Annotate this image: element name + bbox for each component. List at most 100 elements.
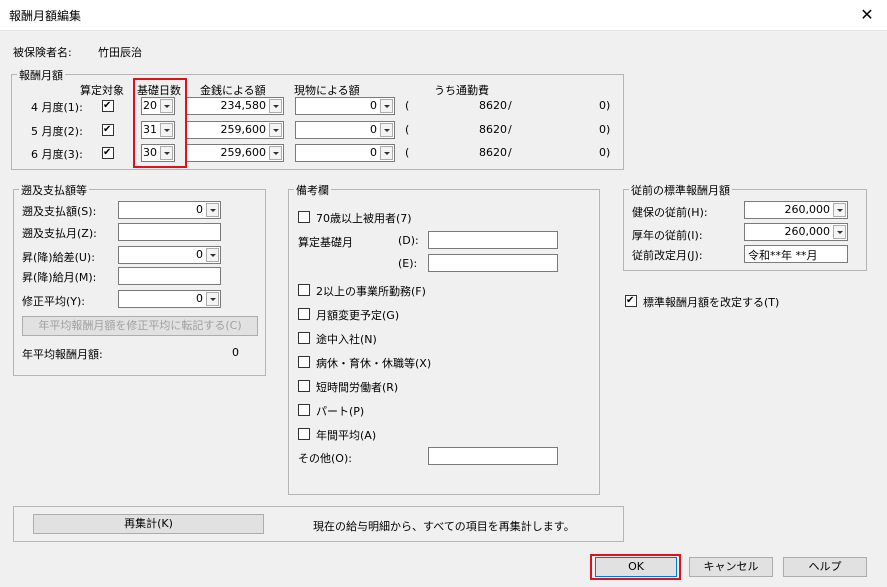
retro-amount-field[interactable]: 0 — [118, 201, 221, 219]
kind-amount-field[interactable]: 0 — [295, 121, 395, 139]
pension-previous-value: 260,000 — [784, 225, 831, 238]
previous-standard-group-title: 従前の標準報酬月額 — [629, 182, 732, 198]
previous-revised-month-field[interactable]: 令和**年 **月 — [744, 245, 848, 263]
chevron-down-icon[interactable] — [206, 203, 219, 217]
part-time-label: パート(P) — [316, 405, 365, 418]
commute-value: 8620 — [479, 99, 507, 112]
kind-value: 0 — [370, 123, 377, 136]
header-commute: うち通勤費 — [434, 84, 489, 97]
raise-diff-field[interactable]: 0 — [118, 246, 221, 264]
paren-open: ( — [405, 99, 410, 112]
annual-average-value: 0 — [232, 346, 239, 359]
multi-office-label: 2以上の事業所勤務(F) — [316, 285, 426, 298]
cash-amount-field[interactable]: 234,580 — [186, 97, 284, 115]
revised-avg-value: 0 — [196, 292, 203, 305]
cancel-button[interactable]: キャンセル — [689, 557, 773, 577]
other-field[interactable] — [428, 447, 558, 465]
calc-e-label: (E): — [398, 257, 418, 270]
raise-month-field[interactable] — [118, 267, 221, 285]
cash-amount-field[interactable]: 259,600 — [186, 144, 284, 162]
commute-total: 0) — [599, 146, 611, 159]
monthly-group-title: 報酬月額 — [17, 67, 65, 83]
cash-amount-field[interactable]: 259,600 — [186, 121, 284, 139]
short-time-label: 短時間労働者(R) — [316, 381, 399, 394]
kind-amount-field[interactable]: 0 — [295, 144, 395, 162]
chevron-down-icon[interactable] — [380, 99, 393, 113]
kind-amount-field[interactable]: 0 — [295, 97, 395, 115]
header-target: 算定対象 — [80, 84, 124, 97]
recalc-description: 現在の給与明細から、すべての項目を再集計します。 — [313, 520, 575, 533]
recalc-button[interactable]: 再集計(K) — [33, 514, 264, 534]
calc-d-field[interactable] — [428, 231, 558, 249]
cash-value: 259,600 — [220, 146, 267, 159]
retro-amount-value: 0 — [196, 203, 203, 216]
retro-month-label: 遡及支払月(Z): — [22, 227, 97, 240]
retro-amount-label: 遡及支払額(S): — [22, 205, 97, 218]
days-highlight-box — [133, 78, 187, 168]
commute-total: 0) — [599, 99, 611, 112]
revise-standard-label: 標準報酬月額を改定する(T) — [643, 296, 780, 309]
calc-base-month-label: 算定基礎月 — [298, 236, 353, 249]
raise-diff-label: 昇(降)給差(U): — [22, 251, 95, 264]
paren-open: ( — [405, 146, 410, 159]
revised-avg-field[interactable]: 0 — [118, 290, 221, 308]
commute-value: 8620 — [479, 146, 507, 159]
paren-open: ( — [405, 123, 410, 136]
retro-group-title: 遡及支払額等 — [19, 182, 89, 198]
annual-average-check-label: 年間平均(A) — [316, 429, 377, 442]
remarks-group-title: 備考欄 — [294, 182, 331, 198]
leave-checkbox[interactable] — [298, 356, 310, 368]
commute-total: 0) — [599, 123, 611, 136]
short-time-checkbox[interactable] — [298, 380, 310, 392]
target-checkbox[interactable] — [102, 147, 114, 159]
previous-revised-month-value: 令和**年 **月 — [748, 249, 818, 262]
kind-value: 0 — [370, 146, 377, 159]
raise-diff-value: 0 — [196, 248, 203, 261]
chevron-down-icon[interactable] — [833, 225, 846, 239]
calc-e-field[interactable] — [428, 254, 558, 272]
chevron-down-icon[interactable] — [206, 292, 219, 306]
revised-avg-label: 修正平均(Y): — [22, 295, 86, 308]
target-checkbox[interactable] — [102, 100, 114, 112]
cash-value: 234,580 — [220, 99, 267, 112]
slash: / — [508, 146, 512, 159]
cash-value: 259,600 — [220, 123, 267, 136]
chevron-down-icon[interactable] — [380, 146, 393, 160]
annual-average-checkbox[interactable] — [298, 428, 310, 440]
month-label: 4 月度(1): — [31, 101, 83, 114]
calc-d-label: (D): — [398, 234, 419, 247]
revise-standard-checkbox[interactable] — [625, 295, 637, 307]
slash: / — [508, 123, 512, 136]
leave-label: 病休・育休・休職等(X) — [316, 357, 432, 370]
window-title: 報酬月額編集 — [9, 9, 82, 23]
chevron-down-icon[interactable] — [269, 123, 282, 137]
chevron-down-icon[interactable] — [269, 146, 282, 160]
monthly-change-checkbox[interactable] — [298, 308, 310, 320]
transfer-average-button[interactable]: 年平均報酬月額を修正平均に転記する(C) — [22, 316, 258, 336]
insured-label: 被保険者名: — [13, 46, 72, 59]
over70-checkbox[interactable] — [298, 211, 310, 223]
chevron-down-icon[interactable] — [206, 248, 219, 262]
pension-previous-label: 厚年の従前(I): — [632, 229, 703, 242]
part-time-checkbox[interactable] — [298, 404, 310, 416]
mid-join-label: 途中入社(N) — [316, 333, 377, 346]
mid-join-checkbox[interactable] — [298, 332, 310, 344]
close-icon[interactable]: ✕ — [850, 2, 884, 28]
chevron-down-icon[interactable] — [380, 123, 393, 137]
header-kind: 現物による額 — [294, 84, 360, 97]
month-label: 6 月度(3): — [31, 148, 83, 161]
chevron-down-icon[interactable] — [269, 99, 282, 113]
annual-average-label: 年平均報酬月額: — [22, 348, 103, 361]
health-previous-value: 260,000 — [784, 203, 831, 216]
kind-value: 0 — [370, 99, 377, 112]
help-button[interactable]: ヘルプ — [783, 557, 867, 577]
health-previous-label: 健保の従前(H): — [632, 206, 708, 219]
health-previous-field[interactable]: 260,000 — [744, 201, 848, 219]
pension-previous-field[interactable]: 260,000 — [744, 223, 848, 241]
target-checkbox[interactable] — [102, 124, 114, 136]
retro-month-field[interactable] — [118, 223, 221, 241]
slash: / — [508, 99, 512, 112]
other-label: その他(O): — [298, 452, 352, 465]
multi-office-checkbox[interactable] — [298, 284, 310, 296]
chevron-down-icon[interactable] — [833, 203, 846, 217]
